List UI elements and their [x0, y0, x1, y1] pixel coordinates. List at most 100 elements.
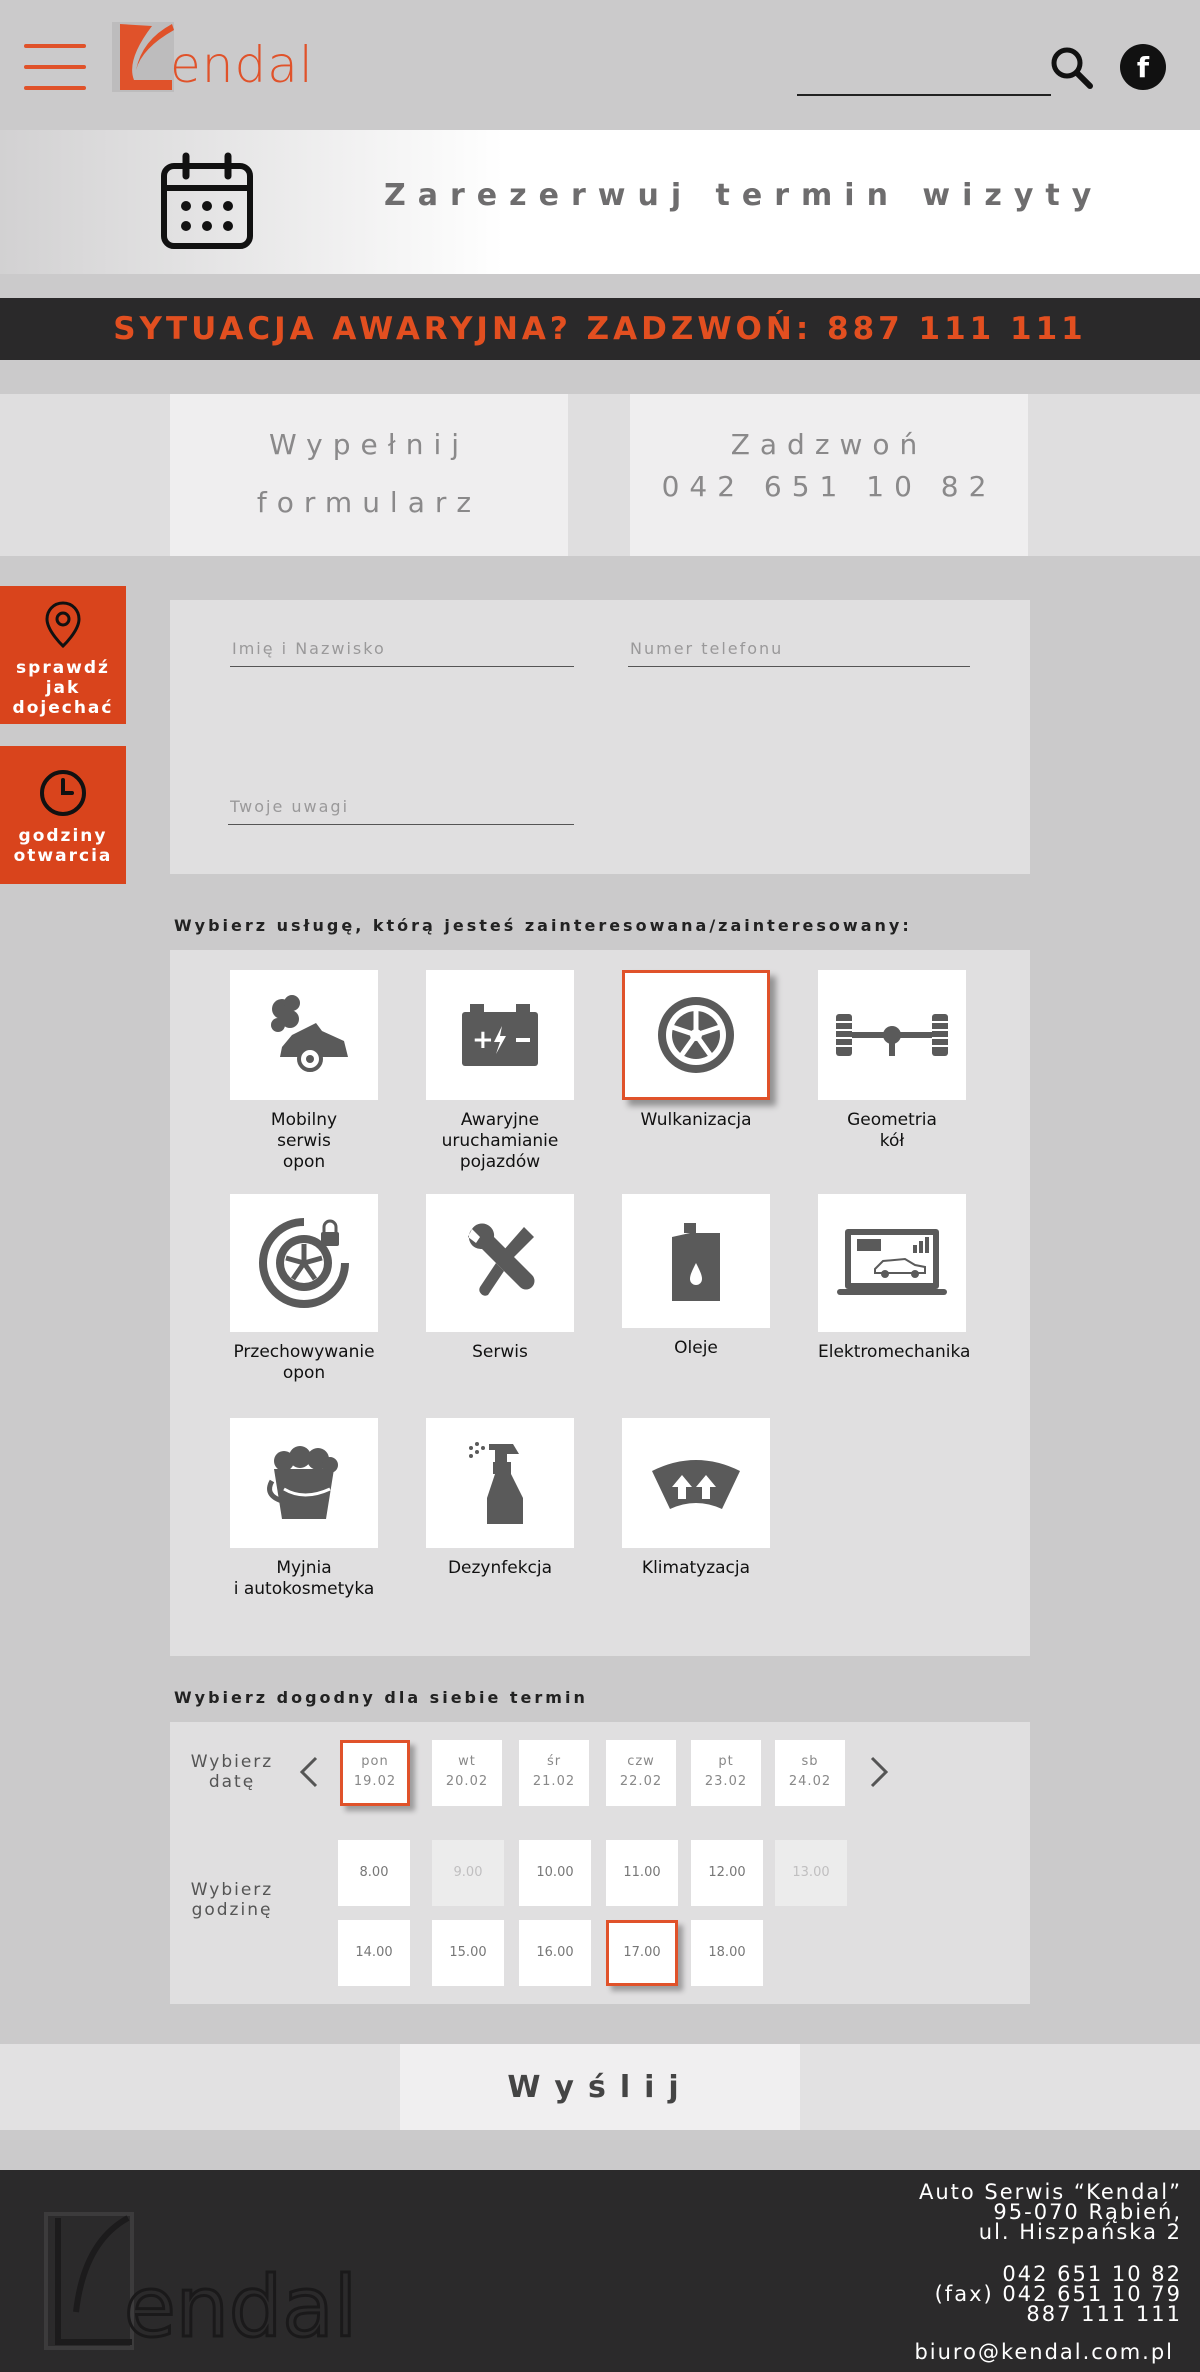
- footer-email[interactable]: biuro@kendal.com.pl: [914, 2342, 1174, 2363]
- hours-label-2: otwarcia: [13, 846, 113, 866]
- menu-icon[interactable]: [24, 44, 86, 90]
- notes-input[interactable]: [228, 788, 574, 825]
- service-tile: [622, 1418, 770, 1548]
- emergency-bar[interactable]: SYTUACJA AWARYJNA? ZADZWOŃ: 887 111 111: [0, 298, 1200, 360]
- service-tile: +: [426, 970, 574, 1100]
- service-tile: [230, 1418, 378, 1548]
- service-label: Serwis: [472, 1342, 528, 1362]
- service-car-wash[interactable]: Myjnia i autokosmetyka: [230, 1418, 378, 1600]
- booking-banner: Zarezerwuj termin wizyty: [0, 130, 1200, 274]
- date-row-label-1: Wybierz: [190, 1752, 274, 1772]
- page-title: Zarezerwuj termin wizyty: [384, 178, 1104, 213]
- service-tire-storage[interactable]: Przechowywanie opon: [230, 1194, 378, 1384]
- search-input[interactable]: [797, 58, 1051, 96]
- footer-address-line: ul. Hiszpańska 2: [978, 2220, 1182, 2244]
- slot-8[interactable]: 8.00: [338, 1840, 410, 1906]
- directions-label-3: dojechać: [12, 698, 114, 718]
- fill-form-label-2: formularz: [256, 486, 482, 519]
- name-input[interactable]: [230, 630, 574, 667]
- search-icon[interactable]: [1048, 44, 1094, 90]
- services-panel: Mobilny serwis opon + Awaryjne uruchamia…: [170, 950, 1030, 1656]
- day-wed[interactable]: śr 21.02: [519, 1740, 589, 1806]
- service-tile: [426, 1418, 574, 1548]
- footer: endal Auto Serwis “Kendal” 95-070 Rąbień…: [0, 2170, 1200, 2372]
- chevron-left-icon[interactable]: [294, 1752, 324, 1792]
- bucket-icon: [267, 1446, 338, 1519]
- day-tue[interactable]: wt 20.02: [432, 1740, 502, 1806]
- slot-9: 9.00: [432, 1840, 504, 1906]
- footer-phone[interactable]: 042 651 10 82: [935, 2264, 1182, 2285]
- service-electromechanics[interactable]: Elektromechanika: [818, 1194, 970, 1363]
- clock-icon: [40, 770, 86, 816]
- oil-can-icon: [672, 1223, 720, 1301]
- directions-button[interactable]: sprawdź jak dojechać: [0, 586, 126, 724]
- service-jump-start[interactable]: + Awaryjne uruchamianie pojazdów: [426, 970, 574, 1173]
- service-label: Awaryjne uruchamianie pojazdów: [441, 1110, 559, 1172]
- facebook-icon[interactable]: f: [1120, 44, 1166, 90]
- date-row-label: Wybierz datę: [184, 1752, 280, 1792]
- mobile-service-icon: [271, 995, 348, 1072]
- slot-16[interactable]: 16.00: [519, 1920, 591, 1986]
- slot-10[interactable]: 10.00: [519, 1840, 591, 1906]
- footer-fax: (fax) 042 651 10 79: [934, 2282, 1182, 2306]
- day-fri[interactable]: pt 23.02: [691, 1740, 761, 1806]
- hour-row-label-1: Wybierz: [190, 1880, 274, 1900]
- day-name: pt: [718, 1754, 734, 1769]
- hour-row-label-2: godzinę: [191, 1900, 273, 1920]
- date-heading: Wybierz dogodny dla siebie termin: [174, 1688, 588, 1707]
- service-label: Przechowywanie opon: [233, 1342, 375, 1383]
- slot-17[interactable]: 17.00: [606, 1920, 678, 1986]
- service-oils[interactable]: Oleje: [622, 1194, 770, 1359]
- day-date: 24.02: [788, 1774, 832, 1789]
- call-button[interactable]: Zadzwoń 042 651 10 82: [630, 394, 1028, 556]
- service-label: Dezynfekcja: [447, 1558, 553, 1578]
- logo-text: endal: [170, 36, 314, 94]
- service-maintenance[interactable]: Serwis: [426, 1194, 574, 1363]
- day-thu[interactable]: czw 22.02: [606, 1740, 676, 1806]
- day-name: pon: [361, 1754, 389, 1769]
- map-pin-icon: [45, 601, 81, 649]
- service-disinfection[interactable]: Dezynfekcja: [426, 1418, 574, 1579]
- footer-address: Auto Serwis “Kendal” 95-070 Rąbień, ul. …: [918, 2180, 1182, 2244]
- services-heading: Wybierz usługę, którą jesteś zainteresow…: [174, 916, 912, 935]
- footer-phone[interactable]: 887 111 111: [935, 2304, 1182, 2325]
- slot-18[interactable]: 18.00: [691, 1920, 763, 1986]
- submit-button[interactable]: Wyślij: [400, 2044, 800, 2130]
- chevron-right-icon[interactable]: [864, 1752, 894, 1792]
- day-date: 19.02: [353, 1774, 397, 1789]
- service-label: Myjnia i autokosmetyka: [233, 1558, 375, 1599]
- logo[interactable]: endal: [112, 20, 314, 94]
- service-tile: [622, 1194, 770, 1328]
- opening-hours-button[interactable]: godziny otwarcia: [0, 746, 126, 884]
- directions-label-1: sprawdź: [16, 658, 110, 678]
- contact-form: [170, 600, 1030, 874]
- footer-logo-text: endal: [124, 2258, 357, 2352]
- directions-label-2: jak: [45, 678, 81, 698]
- fill-form-label-1: Wypełnij: [268, 428, 470, 461]
- laptop-car-icon: [837, 1229, 947, 1295]
- service-air-conditioning[interactable]: Klimatyzacja: [622, 1418, 770, 1579]
- day-date: 23.02: [704, 1774, 748, 1789]
- footer-logo: endal: [44, 2212, 359, 2352]
- slot-15[interactable]: 15.00: [432, 1920, 504, 1986]
- fill-form-button[interactable]: Wypełnij formularz: [170, 394, 568, 556]
- tire-storage-icon: [259, 1218, 349, 1308]
- date-row-label-2: datę: [208, 1772, 256, 1792]
- day-name: śr: [546, 1754, 562, 1769]
- service-mobile-tire[interactable]: Mobilny serwis opon: [230, 970, 378, 1173]
- day-mon[interactable]: pon 19.02: [340, 1740, 410, 1806]
- slot-12[interactable]: 12.00: [691, 1840, 763, 1906]
- service-tile: [230, 970, 378, 1100]
- phone-input[interactable]: [628, 630, 970, 667]
- day-name: czw: [627, 1754, 655, 1769]
- day-date: 21.02: [532, 1774, 576, 1789]
- slot-14[interactable]: 14.00: [338, 1920, 410, 1986]
- service-alignment[interactable]: Geometria kół: [818, 970, 966, 1152]
- service-vulcanization[interactable]: Wulkanizacja: [622, 970, 770, 1131]
- hour-row-label: Wybierz godzinę: [184, 1880, 280, 1920]
- slot-11[interactable]: 11.00: [606, 1840, 678, 1906]
- submit-row: Wyślij: [0, 2044, 1200, 2130]
- footer-address-line: Auto Serwis “Kendal”: [918, 2180, 1182, 2204]
- service-label: Geometria kół: [847, 1110, 937, 1151]
- day-sat[interactable]: sb 24.02: [775, 1740, 845, 1806]
